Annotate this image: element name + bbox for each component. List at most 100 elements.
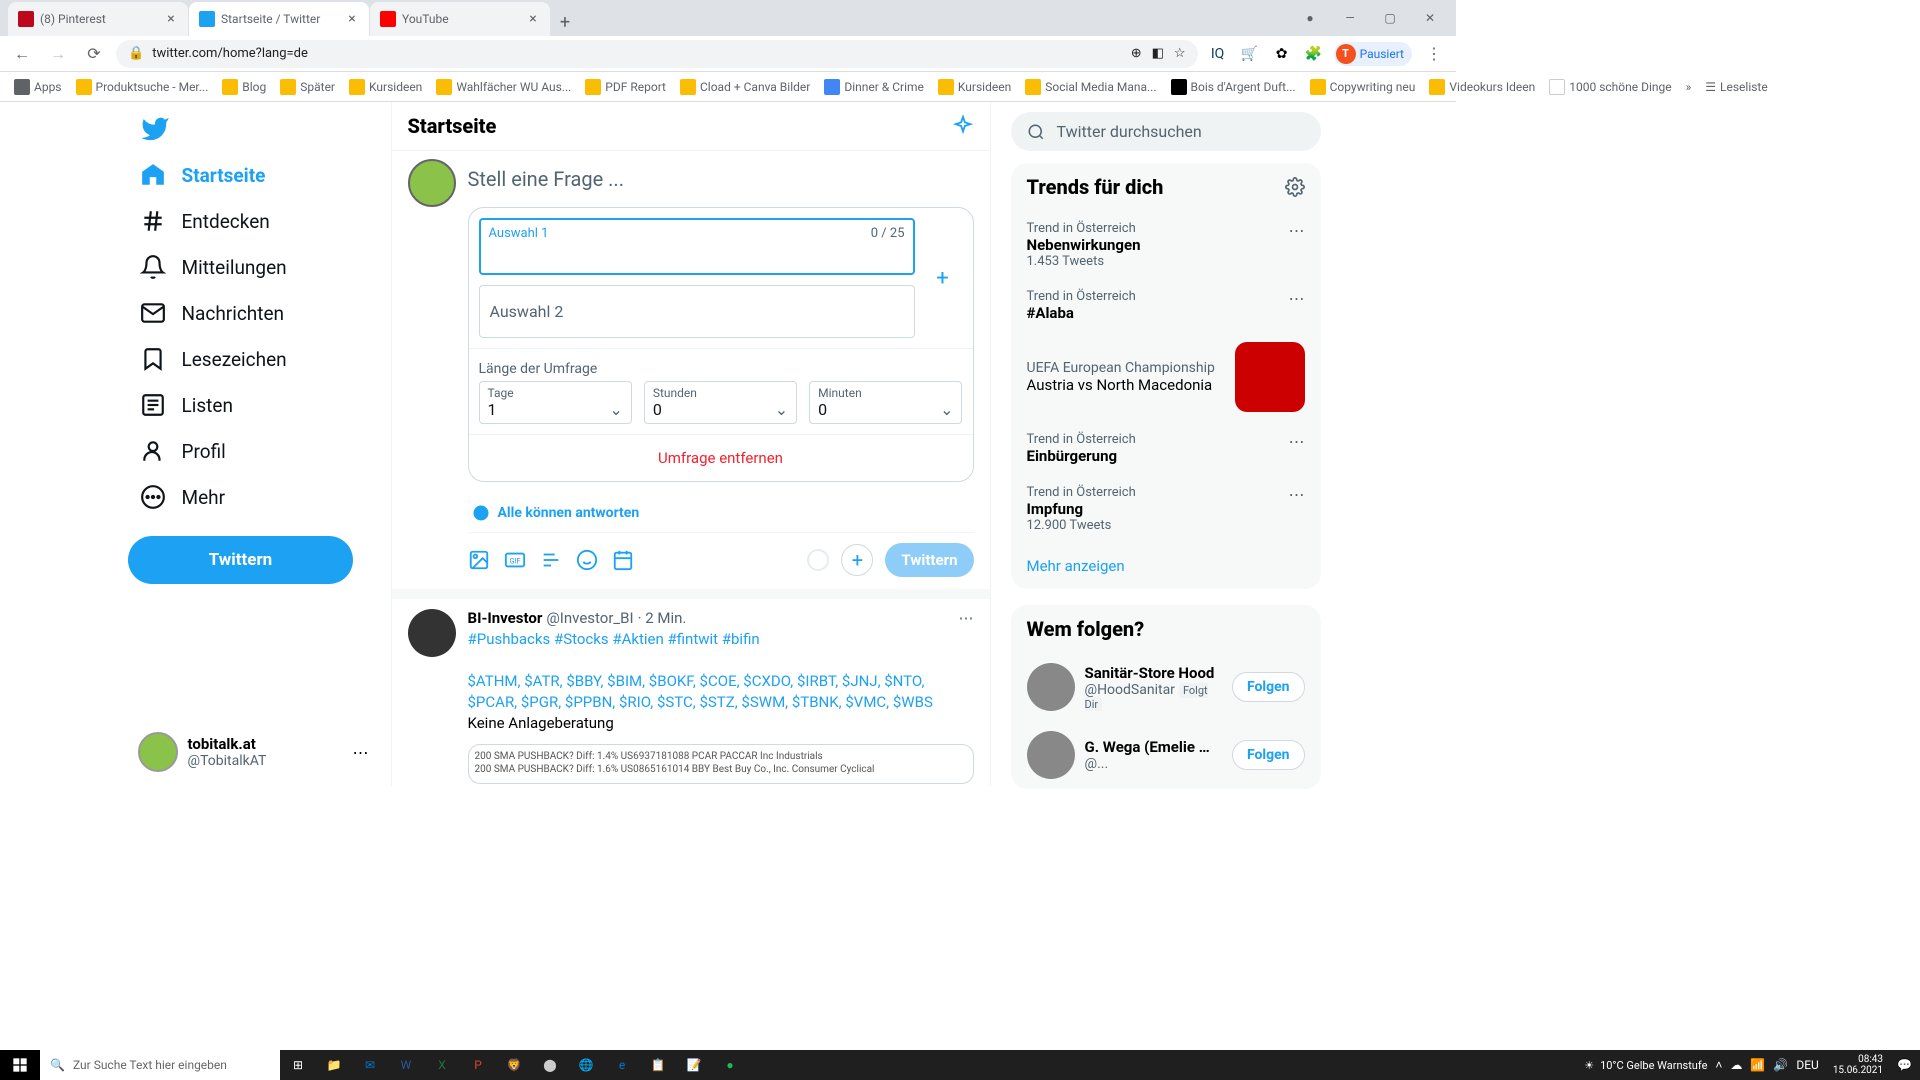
maximize-button[interactable]: ▢ [1376, 4, 1404, 32]
install-icon[interactable]: ⊕ [1131, 46, 1142, 61]
tweet-submit-button[interactable]: Twittern [885, 543, 973, 577]
taskbar-app-excel[interactable]: X [424, 1050, 460, 1080]
address-bar[interactable]: 🔒 twitter.com/home?lang=de ⊕ ◧ ☆ [116, 40, 1198, 68]
taskbar-app-obs[interactable]: ⬤ [532, 1050, 568, 1080]
chrome-menu-button[interactable]: ⋮ [1420, 40, 1448, 68]
taskbar-app-brave[interactable]: 🦁 [496, 1050, 532, 1080]
nav-explore[interactable]: Entdecken [128, 198, 379, 244]
nav-notifications[interactable]: Mitteilungen [128, 244, 379, 290]
bookmark-item[interactable]: Copywriting neu [1304, 75, 1422, 99]
bookmark-item[interactable]: Wahlfächer WU Aus... [430, 75, 577, 99]
bookmark-item[interactable]: Blog [216, 75, 272, 99]
taskbar-app-chrome[interactable]: 🌐 [568, 1050, 604, 1080]
taskbar-app-edge[interactable]: e [604, 1050, 640, 1080]
media-icon[interactable] [468, 549, 490, 571]
tweet-button[interactable]: Twittern [128, 536, 354, 584]
bookmark-item[interactable]: Bois d'Argent Duft... [1165, 75, 1302, 99]
emoji-icon[interactable] [576, 549, 598, 571]
poll-days-select[interactable]: Tage 1⌄ [479, 381, 632, 424]
tray-cloud-icon[interactable]: ☁ [1730, 1058, 1742, 1072]
tweet-attached-image[interactable]: 200 SMA PUSHBACK? Diff: 1.4% US693718108… [468, 744, 974, 784]
follow-button[interactable]: Folgen [1232, 672, 1305, 702]
bookmarks-overflow[interactable]: » [1680, 76, 1698, 98]
poll-option-2[interactable]: Auswahl 2 [479, 285, 915, 338]
new-tab-button[interactable]: + [551, 8, 579, 36]
gear-icon[interactable] [1285, 177, 1305, 197]
nav-profile[interactable]: Profil [128, 428, 379, 474]
browser-tab-youtube[interactable]: YouTube × [370, 2, 550, 36]
poll-icon[interactable] [540, 549, 562, 571]
compose-placeholder[interactable]: Stell eine Frage ... [468, 159, 974, 207]
tweet-author-name[interactable]: BI-Investor [468, 609, 543, 627]
browser-tab-pinterest[interactable]: (8) Pinterest × [8, 2, 188, 36]
trend-more-icon[interactable]: ⋯ [1289, 221, 1305, 240]
add-thread-button[interactable]: + [841, 544, 873, 576]
twitter-logo[interactable] [128, 106, 379, 152]
account-icon[interactable]: ● [1296, 4, 1324, 32]
trend-item[interactable]: Trend in Österreich Einbürgerung ⋯ [1011, 422, 1321, 475]
trend-item[interactable]: Trend in Österreich #Alaba ⋯ [1011, 279, 1321, 332]
taskbar-weather[interactable]: ☀10°C Gelbe Warnstufe [1584, 1059, 1707, 1072]
tray-volume-icon[interactable]: 🔊 [1773, 1058, 1788, 1072]
nav-more[interactable]: Mehr [128, 474, 379, 520]
extension-idealo-icon[interactable]: IQ [1206, 42, 1230, 66]
tray-chevron-icon[interactable]: ˄ [1715, 1058, 1722, 1072]
star-icon[interactable]: ☆ [1174, 46, 1186, 61]
nav-home[interactable]: Startseite [128, 152, 379, 198]
minimize-button[interactable]: — [1336, 4, 1364, 32]
apps-button[interactable]: ⠿Apps [8, 75, 68, 99]
follow-suggestion[interactable]: Sanitär-Store Hood @HoodSanitarFolgt Dir… [1011, 653, 1321, 721]
trend-more-icon[interactable]: ⋯ [1289, 432, 1305, 451]
tweet-avatar[interactable] [408, 609, 456, 657]
taskbar-app-notepad[interactable]: 📝 [676, 1050, 712, 1080]
close-icon[interactable]: × [164, 12, 178, 26]
poll-option-1[interactable]: Auswahl 1 0 / 25 [479, 218, 915, 275]
forward-button[interactable]: → [44, 40, 72, 68]
bookmark-item[interactable]: Später [274, 75, 341, 99]
bookmark-item[interactable]: Produktsuche - Mer... [70, 75, 215, 99]
bookmark-item[interactable]: PDF Report [579, 75, 672, 99]
nav-bookmarks[interactable]: Lesezeichen [128, 336, 379, 382]
profile-chip[interactable]: T Pausiert [1334, 42, 1412, 66]
back-button[interactable]: ← [8, 40, 36, 68]
trend-more-icon[interactable]: ⋯ [1289, 289, 1305, 308]
taskbar-app-mail[interactable]: ✉ [352, 1050, 388, 1080]
schedule-icon[interactable] [612, 549, 634, 571]
extensions-menu-icon[interactable]: 🧩 [1302, 42, 1326, 66]
reply-permissions[interactable]: Alle können antworten [468, 494, 974, 533]
bookmark-item[interactable]: Videokurs Ideen [1423, 75, 1541, 99]
poll-hours-select[interactable]: Stunden 0⌄ [644, 381, 797, 424]
tweet-timestamp[interactable]: · 2 Min. [638, 609, 687, 627]
tray-wifi-icon[interactable]: 📶 [1750, 1058, 1765, 1072]
extension-icon[interactable]: ◧ [1152, 46, 1164, 61]
search-input[interactable]: Twitter durchsuchen [1011, 112, 1321, 151]
close-icon[interactable]: × [526, 12, 540, 26]
timeline-tweet[interactable]: BI-Investor @Investor_BI · 2 Min. ⋯ #Pus… [392, 599, 990, 786]
start-button[interactable] [0, 1050, 40, 1080]
close-icon[interactable]: × [345, 12, 359, 26]
nav-messages[interactable]: Nachrichten [128, 290, 379, 336]
reload-button[interactable]: ⟳ [80, 40, 108, 68]
trend-more-icon[interactable]: ⋯ [1289, 485, 1305, 504]
close-window-button[interactable]: ✕ [1416, 4, 1444, 32]
extension-cart-icon[interactable]: 🛒 [1238, 42, 1262, 66]
tweet-more-icon[interactable]: ⋯ [959, 609, 974, 627]
trends-show-more[interactable]: Mehr anzeigen [1011, 543, 1321, 589]
bookmark-item[interactable]: Kursideen [343, 75, 428, 99]
trend-item[interactable]: Trend in Österreich Impfung 12.900 Tweet… [1011, 475, 1321, 543]
bookmark-item[interactable]: Social Media Mana... [1019, 75, 1162, 99]
account-switcher[interactable]: tobitalk.at @TobitalkAT ⋯ [128, 722, 379, 782]
remove-poll-button[interactable]: Umfrage entfernen [469, 434, 973, 481]
follow-button[interactable]: Folgen [1232, 740, 1305, 770]
add-poll-option-button[interactable]: + [923, 266, 963, 291]
taskbar-app-powerpoint[interactable]: P [460, 1050, 496, 1080]
taskbar-clock[interactable]: 08:43 15.06.2021 [1827, 1054, 1889, 1076]
tweet-hashtags[interactable]: #Pushbacks #Stocks #Aktien #fintwit #bif… [468, 630, 760, 648]
taskbar-app-spotify[interactable]: ● [712, 1050, 748, 1080]
follow-suggestion[interactable]: G. Wega (Emelie Whi... @... Folgen [1011, 721, 1321, 789]
poll-minutes-select[interactable]: Minuten 0⌄ [809, 381, 962, 424]
tray-language[interactable]: DEU [1796, 1058, 1818, 1072]
browser-tab-twitter[interactable]: Startseite / Twitter × [189, 2, 369, 36]
compose-avatar[interactable] [408, 159, 456, 207]
tweet-author-handle[interactable]: @Investor_BI [546, 609, 633, 627]
